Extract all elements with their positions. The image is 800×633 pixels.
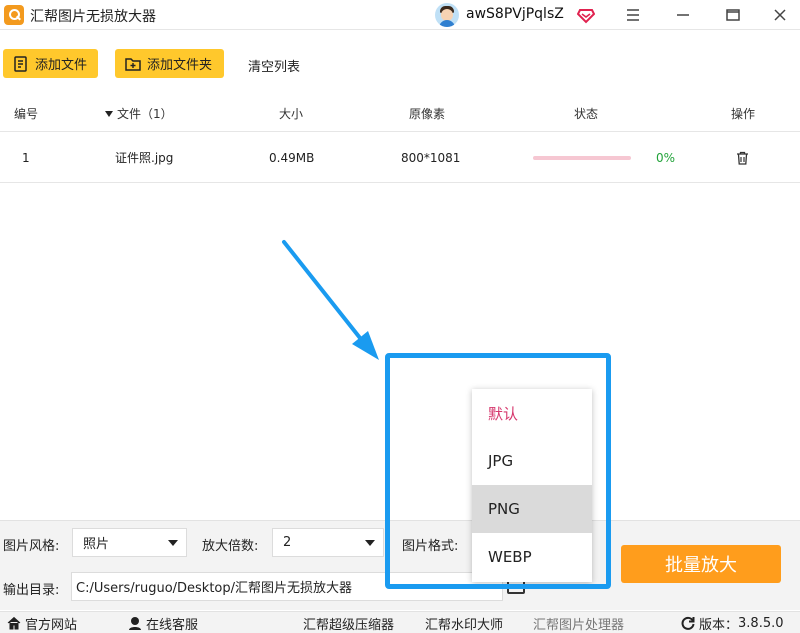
online-support-label: 在线客服	[146, 617, 199, 633]
status-bar: 官方网站 在线客服 汇帮超级压缩器 汇帮水印大师 汇帮图片处理器 版本： 3.8…	[0, 611, 800, 633]
batch-upscale-button[interactable]: 批量放大	[621, 545, 781, 583]
username[interactable]: awS8PVjPqlsZ	[466, 6, 564, 22]
format-option-webp[interactable]: WEBP	[472, 533, 592, 581]
add-folder-label: 添加文件夹	[147, 58, 213, 73]
chevron-down-icon	[168, 540, 178, 546]
add-file-button[interactable]: 添加文件	[3, 49, 98, 78]
format-option-jpg[interactable]: JPG	[472, 437, 592, 485]
menu-icon[interactable]	[613, 0, 653, 30]
official-website-link[interactable]: 官方网站	[7, 614, 78, 633]
scale-label: 放大倍数:	[202, 539, 259, 554]
table-row[interactable]: 1 证件照.jpg 0.49MB 800*1081 0%	[0, 133, 800, 183]
row-progress-bar	[533, 156, 631, 160]
user-avatar[interactable]	[435, 3, 459, 27]
add-file-label: 添加文件	[35, 58, 88, 73]
scale-select[interactable]: 2	[272, 528, 384, 557]
add-folder-icon	[125, 57, 141, 71]
scale-select-value: 2	[283, 535, 292, 550]
settings-panel: 图片风格: 照片 放大倍数: 2 图片格式: 输出目录: C:/Users/ru…	[0, 520, 800, 610]
sort-caret-icon	[105, 110, 113, 117]
col-file-label: 文件（1）	[117, 107, 173, 121]
support-icon	[129, 617, 141, 630]
row-index: 1	[22, 150, 30, 165]
official-website-label: 官方网站	[25, 617, 78, 633]
file-table-header: 编号 文件（1） 大小 原像素 状态 操作	[0, 96, 800, 132]
add-file-icon	[14, 55, 27, 72]
home-icon	[7, 616, 21, 630]
row-file-size: 0.49MB	[269, 150, 315, 165]
delete-row-button[interactable]	[736, 133, 749, 182]
col-status: 状态	[574, 107, 599, 121]
col-action: 操作	[731, 107, 756, 121]
toolbar: 添加文件 添加文件夹 清空列表	[0, 30, 800, 94]
style-select[interactable]: 照片	[72, 528, 187, 557]
format-option-default[interactable]: 默认	[472, 389, 592, 437]
vip-diamond-icon[interactable]	[577, 6, 595, 24]
image-processor-link[interactable]: 汇帮图片处理器	[533, 614, 624, 633]
maximize-icon[interactable]	[713, 0, 753, 30]
minimize-icon[interactable]	[663, 0, 703, 30]
title-bar: 汇帮图片无损放大器 awS8PVjPqlsZ	[0, 0, 800, 30]
format-dropdown[interactable]: 默认 JPG PNG WEBP	[472, 389, 592, 582]
col-pixels: 原像素	[409, 107, 446, 121]
online-support-link[interactable]: 在线客服	[128, 614, 199, 633]
clear-list-button[interactable]: 清空列表	[248, 56, 300, 75]
add-folder-button[interactable]: 添加文件夹	[115, 49, 224, 78]
format-label: 图片格式:	[402, 539, 459, 554]
version-info[interactable]: 版本： 3.8.5.0	[681, 614, 784, 633]
style-select-value: 照片	[83, 537, 110, 552]
app-logo-icon	[4, 5, 24, 25]
compressor-link[interactable]: 汇帮超级压缩器	[303, 614, 394, 633]
col-file[interactable]: 文件（1）	[104, 96, 173, 131]
row-file-name: 证件照.jpg	[115, 151, 174, 165]
version-number: 3.8.5.0	[738, 615, 784, 631]
row-progress-text: 0%	[656, 150, 676, 165]
col-size: 大小	[279, 107, 304, 121]
trash-icon	[737, 151, 748, 165]
row-pixels: 800*1081	[401, 150, 461, 165]
col-index: 编号	[14, 107, 39, 121]
format-option-png[interactable]: PNG	[472, 485, 592, 533]
version-label: 版本：	[699, 617, 739, 633]
app-title: 汇帮图片无损放大器	[30, 9, 156, 25]
close-icon[interactable]	[760, 0, 800, 30]
style-label: 图片风格:	[3, 539, 60, 554]
chevron-down-icon	[365, 540, 375, 546]
output-path-input[interactable]: C:/Users/ruguo/Desktop/汇帮图片无损放大器	[71, 572, 503, 601]
watermark-link[interactable]: 汇帮水印大师	[425, 614, 503, 633]
output-label: 输出目录:	[3, 583, 60, 598]
refresh-icon	[681, 616, 695, 630]
